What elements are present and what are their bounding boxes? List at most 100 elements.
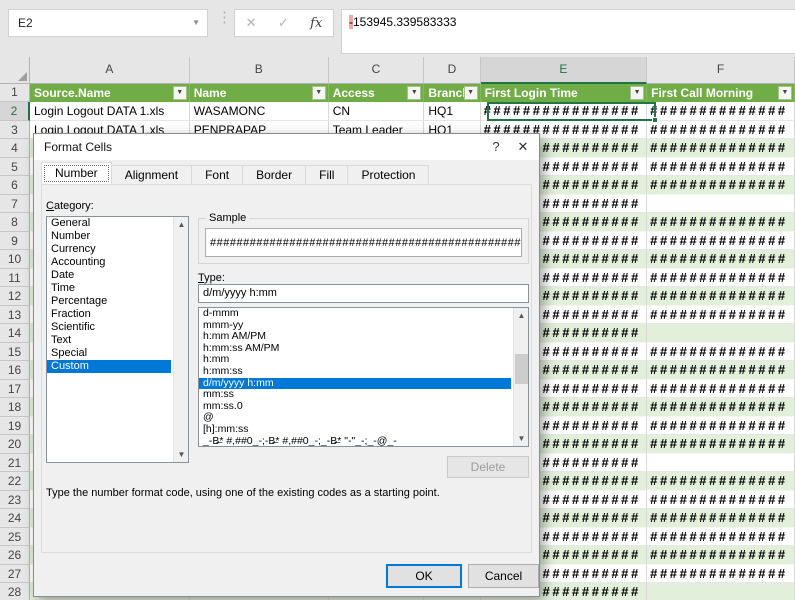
tab-number[interactable]: Number — [41, 162, 112, 185]
grid-cell[interactable]: ############## — [647, 398, 795, 417]
table-header-cell[interactable]: Name▼ — [190, 84, 329, 102]
filter-dropdown-icon[interactable]: ▼ — [630, 86, 644, 100]
scroll-down-icon[interactable]: ▼ — [514, 431, 529, 446]
row-header-9[interactable]: 9 — [0, 232, 30, 251]
category-item[interactable]: Number — [47, 230, 171, 243]
table-header-cell[interactable]: Branch▼ — [424, 84, 480, 102]
row-header-22[interactable]: 22 — [0, 472, 30, 491]
grid-cell[interactable] — [647, 454, 795, 473]
row-header-25[interactable]: 25 — [0, 528, 30, 547]
fill-handle[interactable] — [652, 117, 658, 123]
name-box-dropdown-icon[interactable]: ▼ — [192, 10, 200, 36]
column-header-C[interactable]: C — [329, 57, 425, 84]
tab-fill[interactable]: Fill — [306, 165, 348, 185]
row-header-8[interactable]: 8 — [0, 213, 30, 232]
grid-cell[interactable]: ############## — [647, 380, 795, 399]
category-item[interactable]: Date — [47, 269, 171, 282]
dialog-help-icon[interactable]: ? — [483, 134, 509, 160]
table-header-cell[interactable]: First Login Time▼ — [481, 84, 648, 102]
grid-cell[interactable]: ############## — [647, 269, 795, 288]
row-header-27[interactable]: 27 — [0, 565, 30, 584]
grid-cell[interactable]: ############## — [647, 343, 795, 362]
row-header-24[interactable]: 24 — [0, 509, 30, 528]
scrollbar-thumb[interactable] — [515, 354, 528, 384]
row-header-23[interactable]: 23 — [0, 491, 30, 510]
category-item[interactable]: General — [47, 217, 171, 230]
formula-input[interactable]: -153945.339583333 — [341, 9, 795, 54]
grid-cell[interactable]: ############## — [647, 102, 795, 121]
type-option[interactable]: d/m/yyyy h:mm — [199, 378, 511, 390]
grid-cell[interactable]: ############## — [647, 565, 795, 584]
grid-cell[interactable]: WASAMONC — [190, 102, 329, 121]
row-header-17[interactable]: 17 — [0, 380, 30, 399]
category-item[interactable]: Text — [47, 334, 171, 347]
type-input[interactable]: d/m/yyyy h:mm — [198, 284, 529, 303]
row-header-20[interactable]: 20 — [0, 435, 30, 454]
row-header-7[interactable]: 7 — [0, 195, 30, 214]
select-all-corner[interactable] — [0, 57, 30, 84]
tab-alignment[interactable]: Alignment — [112, 165, 192, 185]
cancel-button[interactable]: Cancel — [468, 564, 539, 588]
tab-protection[interactable]: Protection — [348, 165, 429, 185]
grid-cell[interactable] — [647, 324, 795, 343]
row-header-16[interactable]: 16 — [0, 361, 30, 380]
table-header-cell[interactable]: First Call Morning▼ — [647, 84, 795, 102]
grid-cell[interactable]: ############## — [647, 528, 795, 547]
cancel-entry-icon[interactable]: ✕ — [246, 15, 257, 31]
scroll-up-icon[interactable]: ▲ — [174, 217, 189, 232]
type-option[interactable]: h:mm:ss — [199, 366, 511, 378]
category-item[interactable]: Fraction — [47, 308, 171, 321]
filter-dropdown-icon[interactable]: ▼ — [778, 86, 792, 100]
category-item[interactable]: Special — [47, 347, 171, 360]
row-header-26[interactable]: 26 — [0, 546, 30, 565]
row-header-4[interactable]: 4 — [0, 139, 30, 158]
category-scrollbar[interactable]: ▲▼ — [173, 217, 188, 462]
filter-dropdown-icon[interactable]: ▼ — [173, 86, 187, 100]
row-header-5[interactable]: 5 — [0, 158, 30, 177]
tab-font[interactable]: Font — [192, 165, 243, 185]
row-header-19[interactable]: 19 — [0, 417, 30, 436]
category-item[interactable]: Accounting — [47, 256, 171, 269]
filter-dropdown-icon[interactable]: ▼ — [407, 86, 421, 100]
category-item[interactable]: Custom — [47, 360, 171, 373]
column-header-D[interactable]: D — [424, 57, 480, 84]
grid-cell[interactable]: ############## — [647, 546, 795, 565]
scroll-up-icon[interactable]: ▲ — [514, 308, 529, 323]
column-header-A[interactable]: A — [30, 57, 190, 84]
grid-cell[interactable]: HQ1 — [424, 102, 480, 121]
filter-dropdown-icon[interactable]: ▼ — [312, 86, 326, 100]
type-option[interactable]: _-B̶* #,##0_-;-B̶* #,##0_-;_-B̶* "-"_-;_… — [199, 436, 511, 447]
grid-cell[interactable]: ############## — [647, 361, 795, 380]
row-header-11[interactable]: 11 — [0, 269, 30, 288]
row-header-28[interactable]: 28 — [0, 583, 30, 600]
dialog-close-icon[interactable]: ✕ — [509, 134, 537, 160]
column-header-E[interactable]: E — [481, 57, 648, 84]
type-option[interactable]: [h]:mm:ss — [199, 424, 511, 436]
type-option[interactable]: h:mm — [199, 354, 511, 366]
grid-cell[interactable]: ############## — [647, 158, 795, 177]
row-header-13[interactable]: 13 — [0, 306, 30, 325]
type-option[interactable]: mm:ss — [199, 389, 511, 401]
row-header-10[interactable]: 10 — [0, 250, 30, 269]
row-header-18[interactable]: 18 — [0, 398, 30, 417]
grid-cell[interactable]: ############## — [647, 435, 795, 454]
grid-cell[interactable]: CN — [329, 102, 425, 121]
row-header-2[interactable]: 2 — [0, 102, 30, 121]
grid-cell[interactable] — [647, 583, 795, 600]
grid-cell[interactable]: ############## — [647, 176, 795, 195]
table-header-cell[interactable]: Access▼ — [329, 84, 425, 102]
type-option[interactable]: @ — [199, 412, 511, 424]
row-header-15[interactable]: 15 — [0, 343, 30, 362]
grid-cell[interactable]: ############## — [647, 417, 795, 436]
row-header-12[interactable]: 12 — [0, 287, 30, 306]
tab-border[interactable]: Border — [243, 165, 306, 185]
column-header-B[interactable]: B — [190, 57, 329, 84]
type-option[interactable]: d-mmm — [199, 308, 511, 320]
grid-cell[interactable] — [647, 195, 795, 214]
type-option[interactable]: mm:ss.0 — [199, 401, 511, 413]
type-option[interactable]: mmm-yy — [199, 320, 511, 332]
type-option[interactable]: h:mm AM/PM — [199, 331, 511, 343]
category-item[interactable]: Percentage — [47, 295, 171, 308]
type-option[interactable]: h:mm:ss AM/PM — [199, 343, 511, 355]
scroll-down-icon[interactable]: ▼ — [174, 447, 189, 462]
